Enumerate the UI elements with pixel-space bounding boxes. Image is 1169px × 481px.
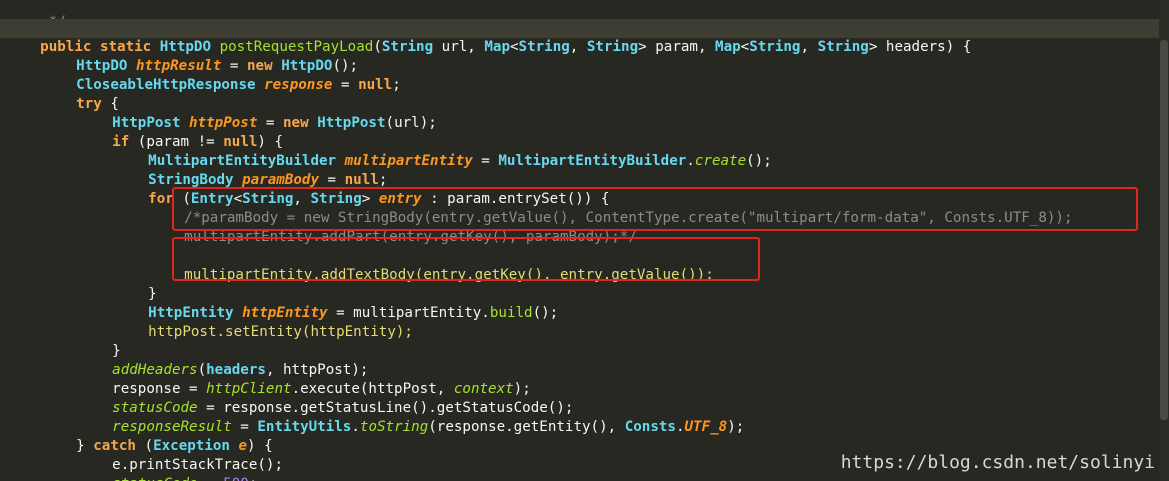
code-line-11: multipartEntity.addPart(entry.getKey(), … xyxy=(150,209,637,245)
code-line-7: MultipartEntityBuilder multipartEntity =… xyxy=(148,153,772,169)
watermark-text: https://blog.csdn.net/solinyi xyxy=(840,452,1155,473)
code-line-5: HttpPost httpPost = new HttpPost(url); xyxy=(112,115,437,131)
code-line-22: } catch (Exception e) { xyxy=(76,438,273,454)
code-line-16: httpPost.setEntity(httpEntity); xyxy=(148,324,413,340)
code-line-2: HttpDO httpResult = new HttpDO(); xyxy=(76,58,359,74)
code-line-19: response = httpClient.execute(httpPost, … xyxy=(112,381,531,397)
code-line-15: HttpEntity httpEntity = multipartEntity.… xyxy=(148,305,559,321)
code-line-18: addHeaders(headers, httpPost); xyxy=(112,362,369,378)
code-line-13: multipartEntity.addTextBody(entry.getKey… xyxy=(184,267,714,283)
code-line-8: StringBody paramBody = null; xyxy=(148,172,388,188)
code-comment: multipartEntity.addPart(entry.getKey(), … xyxy=(184,229,637,245)
vertical-scrollbar[interactable] xyxy=(1159,0,1169,481)
code-line-24: statusCode = 500; xyxy=(78,456,257,481)
code-line-23: e.printStackTrace(); xyxy=(112,457,284,473)
code-line-4: try { xyxy=(76,96,119,112)
code-line-21: responseResult = EntityUtils.toString(re… xyxy=(112,419,745,435)
code-line-10: /*paramBody = new StringBody(entry.getVa… xyxy=(150,190,1072,226)
code-line-0: */ xyxy=(6,0,66,30)
code-line-6: if (param != null) { xyxy=(112,134,284,150)
code-line-1: public static HttpDO postRequestPayLoad(… xyxy=(0,19,1169,55)
code-line-9: for (Entry<String, String> entry : param… xyxy=(148,191,610,207)
code-line-20: statusCode = response.getStatusLine().ge… xyxy=(112,400,574,416)
code-line-17: } xyxy=(112,343,121,359)
code-editor[interactable]: */ public static HttpDO postRequestPayLo… xyxy=(0,0,1169,481)
code-line-14: } xyxy=(148,286,157,302)
scrollbar-thumb[interactable] xyxy=(1160,40,1168,420)
code-line-3: CloseableHttpResponse response = null; xyxy=(76,77,401,93)
